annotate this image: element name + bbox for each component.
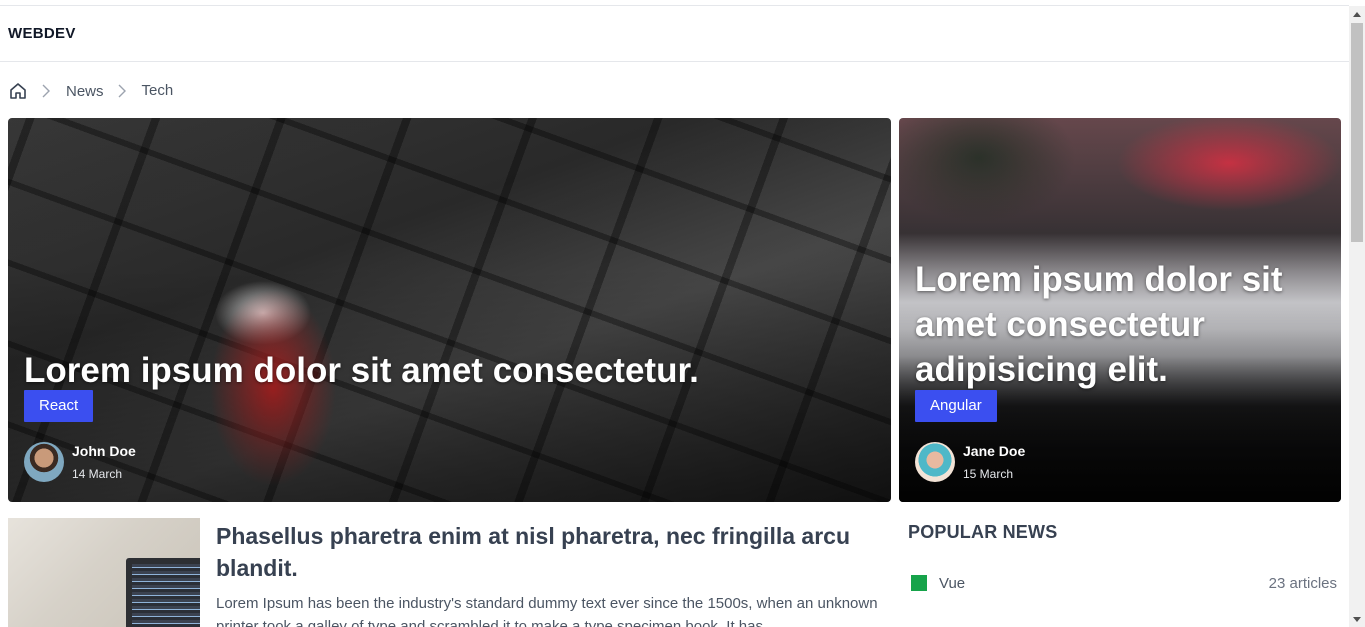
featured-title[interactable]: Lorem ipsum dolor sit amet consectetur. bbox=[24, 348, 864, 393]
avatar bbox=[24, 442, 64, 482]
category-tag[interactable]: React bbox=[24, 390, 94, 422]
scroll-down-arrow-icon[interactable] bbox=[1349, 611, 1365, 627]
avatar bbox=[915, 442, 955, 482]
author-info: Jane Doe 15 March bbox=[915, 442, 1025, 482]
chevron-right-icon bbox=[42, 84, 52, 98]
article-title[interactable]: Phasellus pharetra enim at nisl pharetra… bbox=[216, 520, 886, 584]
featured-card[interactable]: Lorem ipsum dolor sit amet consectetur a… bbox=[899, 118, 1341, 502]
post-date: 14 March bbox=[72, 467, 123, 481]
category-color-swatch bbox=[911, 575, 927, 591]
scroll-up-arrow-icon[interactable] bbox=[1349, 6, 1365, 22]
article-item[interactable]: Phasellus pharetra enim at nisl pharetra… bbox=[8, 518, 891, 627]
post-date: 15 March bbox=[963, 467, 1014, 481]
chevron-right-icon bbox=[118, 84, 128, 98]
breadcrumb-item-tech: Tech bbox=[141, 82, 174, 99]
category-tag[interactable]: Angular bbox=[915, 390, 997, 422]
popular-news-title: POPULAR NEWS bbox=[908, 522, 1058, 542]
article-count: 23 articles bbox=[1268, 574, 1337, 592]
article-thumbnail[interactable] bbox=[8, 518, 200, 627]
featured-card[interactable]: Lorem ipsum dolor sit amet consectetur. … bbox=[8, 118, 891, 502]
navbar: WEBDEV bbox=[0, 6, 1349, 62]
brand-logo[interactable]: WEBDEV bbox=[8, 25, 76, 42]
author-name: Jane Doe bbox=[963, 443, 1026, 459]
author-info: John Doe 14 March bbox=[24, 442, 136, 482]
author-name: John Doe bbox=[72, 443, 136, 459]
scrollbar-thumb[interactable] bbox=[1351, 23, 1363, 242]
popular-item-label: Vue bbox=[939, 574, 966, 592]
breadcrumb: News Tech bbox=[8, 80, 173, 102]
featured-title[interactable]: Lorem ipsum dolor sit amet consectetur a… bbox=[915, 257, 1325, 392]
vertical-scrollbar[interactable] bbox=[1349, 6, 1365, 627]
home-icon[interactable] bbox=[8, 81, 28, 101]
popular-item-vue[interactable]: Vue 23 articles bbox=[911, 574, 1337, 592]
article-excerpt: Lorem Ipsum has been the industry's stan… bbox=[216, 595, 878, 627]
breadcrumb-item-news[interactable]: News bbox=[66, 83, 104, 100]
